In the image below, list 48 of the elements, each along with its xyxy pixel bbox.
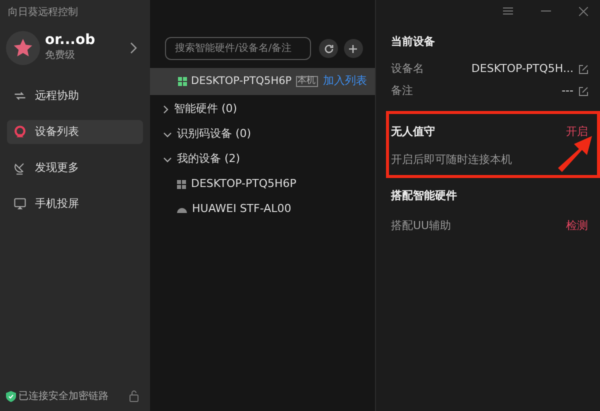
section-title: 当前设备 — [391, 34, 436, 50]
field-label: 备注 — [391, 83, 413, 100]
enable-link[interactable]: 开启 — [566, 124, 588, 140]
group-header[interactable]: 智能硬件 (0) — [150, 97, 375, 122]
group-header[interactable]: 识别码设备 (0) — [150, 122, 375, 147]
account-level: 免费级 — [45, 48, 76, 64]
sidebar-item[interactable]: 设备列表 — [7, 120, 143, 144]
annotation-arrow — [557, 134, 593, 172]
monitor-icon — [13, 197, 27, 211]
connection-status: 已连接安全加密链路 — [18, 390, 108, 404]
sidebar-item[interactable]: 手机投屏 — [7, 192, 143, 216]
device-row[interactable]: DESKTOP-PTQ5H6P 本机 加入列表 — [150, 68, 375, 95]
ring-icon — [13, 125, 27, 139]
sidebar-item[interactable]: 发现更多 — [7, 156, 143, 180]
section-title: 无人值守 — [391, 124, 435, 140]
lock-icon[interactable] — [128, 390, 138, 402]
chevron-down-icon — [163, 132, 172, 138]
window-title: 向日葵远程控制 — [7, 6, 79, 20]
group-header[interactable]: 我的设备 (2) — [150, 147, 375, 172]
detect-link[interactable]: 检测 — [566, 218, 588, 234]
search-field[interactable]: 搜索智能硬件/设备名/备注 — [165, 37, 311, 60]
field-value: DESKTOP-PTQ5H... — [471, 61, 574, 78]
add-button[interactable] — [344, 39, 363, 58]
field-label: 设备名 — [391, 61, 424, 78]
menu-icon[interactable] — [503, 7, 513, 15]
computer-icon — [177, 180, 186, 189]
minimize-icon[interactable] — [541, 10, 551, 12]
description: 开启后即可随时连接本机 — [391, 152, 513, 168]
user-name: or...ob — [45, 32, 96, 48]
close-icon[interactable] — [579, 6, 588, 16]
chevron-right-icon — [163, 105, 169, 114]
device-row[interactable]: HUAWEI STF-AL00 — [150, 197, 375, 222]
shield-icon — [6, 390, 16, 402]
avatar[interactable] — [6, 31, 40, 65]
edit-icon[interactable] — [579, 87, 588, 96]
field-value: --- — [562, 83, 574, 100]
device-tag: 本机 — [296, 76, 318, 88]
plus-icon — [348, 44, 358, 54]
chevron-right-icon[interactable] — [128, 42, 136, 54]
section-title: 搭配智能硬件 — [391, 188, 458, 204]
refresh-button[interactable] — [319, 39, 338, 58]
computer-icon — [178, 77, 187, 86]
field-label: 搭配UU辅助 — [391, 218, 452, 234]
chevron-down-icon — [163, 156, 172, 162]
refresh-icon — [324, 44, 334, 54]
device-row[interactable]: DESKTOP-PTQ5H6P — [150, 172, 375, 197]
edit-icon[interactable] — [579, 65, 588, 74]
sidebar-item[interactable]: 远程协助 — [7, 84, 143, 108]
